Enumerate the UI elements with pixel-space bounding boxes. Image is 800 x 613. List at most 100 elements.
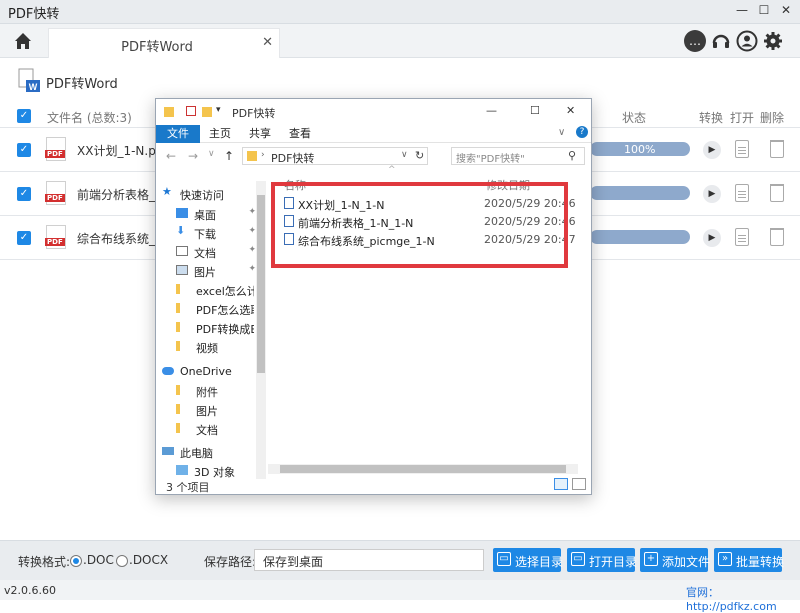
scrollbar-thumb[interactable] bbox=[257, 195, 265, 373]
address-box[interactable]: › PDF快转 ∨ ↻ bbox=[242, 147, 428, 165]
pin-icon: ✦ bbox=[248, 264, 256, 274]
open-file-icon[interactable] bbox=[735, 228, 749, 246]
nav-label: 文档 bbox=[196, 424, 218, 437]
nav-item-folder[interactable]: PDF怎么选取 bbox=[176, 300, 254, 318]
tab-pdf-to-word[interactable]: PDF转Word ✕ bbox=[48, 28, 280, 58]
folder-icon bbox=[176, 284, 180, 294]
nav-label: 文档 bbox=[194, 247, 216, 260]
refresh-icon[interactable]: ↻ bbox=[415, 149, 424, 162]
maximize-button[interactable]: ☐ bbox=[756, 3, 772, 17]
nav-item-videos[interactable]: 视频 bbox=[176, 338, 254, 356]
ribbon-tab-share[interactable]: 共享 bbox=[242, 125, 278, 143]
radio-doc[interactable] bbox=[70, 555, 82, 567]
word-icon: W bbox=[18, 68, 42, 94]
batch-convert-label: 批量转换 bbox=[736, 555, 785, 569]
app-title: PDF快转 bbox=[8, 7, 60, 22]
trash-icon[interactable] bbox=[770, 228, 784, 246]
explorer-close-button[interactable]: ✕ bbox=[566, 104, 575, 117]
forward-icon[interactable]: → bbox=[188, 149, 198, 163]
explorer-minimize-button[interactable]: — bbox=[486, 104, 497, 117]
help-icon[interactable]: ? bbox=[576, 126, 588, 138]
ribbon-tab-view[interactable]: 查看 bbox=[282, 125, 318, 143]
open-dir-button[interactable]: ▭ 打开目录 bbox=[567, 548, 638, 572]
format-docx-label: .DOCX bbox=[129, 553, 169, 567]
trash-icon[interactable] bbox=[770, 140, 784, 158]
explorer-maximize-button[interactable]: ☐ bbox=[530, 104, 540, 117]
nav-label: 快速访问 bbox=[180, 189, 224, 202]
folder-icon bbox=[176, 423, 180, 433]
nav-item-downloads[interactable]: ⬇ 下载 ✦ bbox=[176, 224, 256, 242]
pdf-file-icon bbox=[45, 225, 66, 249]
checkmark-icon[interactable] bbox=[186, 106, 196, 116]
chevron-down-icon[interactable]: ∨ bbox=[401, 150, 408, 160]
large-icons-view-icon[interactable] bbox=[572, 478, 586, 490]
download-icon: ⬇ bbox=[176, 224, 186, 237]
pin-icon: ✦ bbox=[248, 207, 256, 217]
play-icon[interactable]: ▶ bbox=[703, 185, 721, 203]
folder-icon bbox=[202, 107, 212, 117]
nav-item-documents[interactable]: 文档 ✦ bbox=[176, 243, 256, 261]
search-icon[interactable]: ⚲ bbox=[568, 149, 576, 162]
pin-icon: ✦ bbox=[248, 226, 256, 236]
chat-icon[interactable]: … bbox=[684, 30, 706, 52]
explorer-statusbar: 3 个项目 bbox=[156, 476, 591, 494]
nav-scrollbar[interactable] bbox=[256, 181, 266, 479]
ribbon-tab-home[interactable]: 主页 bbox=[202, 125, 238, 143]
explorer-titlebar: ▾ PDF快转 — ☐ ✕ bbox=[156, 99, 591, 125]
trash-icon[interactable] bbox=[770, 184, 784, 202]
folder-icon: ▭ bbox=[497, 552, 511, 566]
nav-item-pictures[interactable]: 图片 ✦ bbox=[176, 262, 256, 280]
nav-item-desktop[interactable]: 桌面 ✦ bbox=[176, 205, 256, 223]
chevron-down-icon[interactable]: ∨ bbox=[208, 149, 215, 159]
pin-icon: ✦ bbox=[248, 245, 256, 255]
home-icon[interactable] bbox=[12, 30, 34, 52]
choose-dir-button[interactable]: ▭ 选择目录 bbox=[493, 548, 563, 572]
scrollbar-thumb[interactable] bbox=[280, 465, 566, 473]
row-checkbox[interactable]: ✓ bbox=[17, 143, 31, 157]
star-icon: ★ bbox=[162, 185, 172, 198]
ribbon-tab-file[interactable]: 文件 bbox=[156, 125, 200, 143]
search-input[interactable]: 搜索"PDF快转" ⚲ bbox=[451, 147, 585, 165]
tab-close-icon[interactable]: ✕ bbox=[262, 35, 273, 50]
version-text: v2.0.6.60 bbox=[4, 584, 56, 597]
chevron-down-icon[interactable]: ▾ bbox=[216, 105, 221, 115]
radio-docx[interactable] bbox=[116, 555, 128, 567]
chevron-down-icon[interactable]: ∨ bbox=[558, 127, 565, 138]
select-all-checkbox[interactable]: ✓ bbox=[17, 109, 31, 123]
document-icon bbox=[176, 246, 188, 256]
details-view-icon[interactable] bbox=[554, 478, 568, 490]
item-count: 3 个项目 bbox=[166, 481, 210, 494]
row-checkbox[interactable]: ✓ bbox=[17, 231, 31, 245]
nav-item-folder[interactable]: excel怎么计算 bbox=[176, 281, 254, 299]
open-file-icon[interactable] bbox=[735, 140, 749, 158]
headset-icon[interactable] bbox=[710, 30, 732, 52]
play-icon[interactable]: ▶ bbox=[703, 229, 721, 247]
nav-label: 图片 bbox=[196, 405, 218, 418]
horizontal-scrollbar[interactable] bbox=[268, 464, 578, 474]
nav-label: PDF怎么选取 bbox=[196, 304, 254, 317]
back-icon[interactable]: ← bbox=[166, 149, 176, 163]
minimize-button[interactable]: — bbox=[734, 3, 750, 17]
add-file-label: 添加文件 bbox=[662, 555, 711, 569]
up-icon[interactable]: ↑ bbox=[224, 149, 234, 163]
section-label: PDF转Word bbox=[46, 77, 118, 92]
gear-icon[interactable] bbox=[762, 30, 784, 52]
computer-icon bbox=[162, 447, 174, 455]
folder-icon bbox=[176, 303, 180, 313]
open-file-icon[interactable] bbox=[735, 184, 749, 202]
open-dir-label: 打开目录 bbox=[589, 555, 638, 569]
nav-item-folder[interactable]: PDF转换成Exc bbox=[176, 319, 254, 337]
row-checkbox[interactable]: ✓ bbox=[17, 187, 31, 201]
folder-icon bbox=[176, 385, 180, 395]
play-icon[interactable]: ▶ bbox=[703, 141, 721, 159]
batch-convert-button[interactable]: » 批量转换 bbox=[714, 548, 785, 572]
nav-label: 此电脑 bbox=[180, 447, 213, 460]
progress-text: 100% bbox=[624, 143, 656, 156]
save-path-input[interactable]: 保存到桌面 bbox=[254, 549, 484, 571]
website-link[interactable]: 官网：http://pdfkz.com bbox=[686, 584, 800, 613]
col-open: 打开 bbox=[730, 111, 755, 125]
close-button[interactable]: ✕ bbox=[778, 3, 794, 17]
add-file-button[interactable]: + 添加文件 bbox=[640, 548, 711, 572]
nav-label: excel怎么计算 bbox=[196, 285, 254, 298]
user-icon[interactable] bbox=[736, 30, 758, 52]
